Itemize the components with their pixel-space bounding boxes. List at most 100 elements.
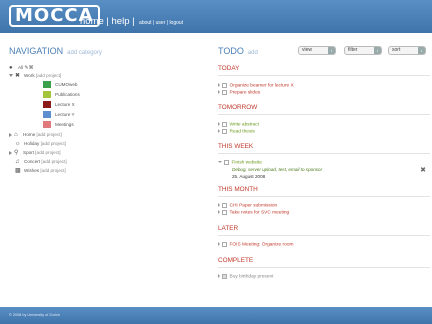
task-checkbox[interactable] [224,160,229,165]
add-project-link[interactable]: [add project] [41,159,66,164]
project-color-swatch [43,121,51,129]
section-divider [218,75,430,76]
view-select[interactable]: view ↕ [298,46,336,55]
tree-item-label: CUMOweb [55,82,78,87]
task-item[interactable]: Organize beamer for lecture X [218,83,294,89]
tree-item-holiday[interactable]: ☼ Holiday [add project] [15,140,66,148]
section-complete: COMPLETE [218,257,254,264]
sort-select[interactable]: sort ↕ [388,46,426,55]
tree-item-home[interactable]: ⌂ Home [add project] [9,131,62,139]
task-item[interactable]: Prepare slides [218,90,260,96]
chevron-updown-icon[interactable]: ↕ [328,47,335,54]
tree-item-label: Home [23,132,36,137]
expand-arrow-icon[interactable] [218,242,220,247]
task-item[interactable]: FOIS Meeting: Organize room [218,242,293,248]
tree-item-label: Holiday [24,141,40,146]
tree-item-all[interactable]: ● All ✎⌘ [9,64,34,72]
section-today: TODAY [218,65,240,72]
expand-arrow-icon[interactable] [218,274,220,279]
task-label: Organize beamer for lecture X [229,83,294,89]
navigation-panel: NAVIGATION add category ● All ✎⌘ ✖ Work [ad… [9,46,199,174]
navigation-title: NAVIGATION [9,46,64,56]
task-label: Buy birthday present [229,274,274,280]
add-project-link[interactable]: [add project] [41,141,66,146]
task-checkbox[interactable] [222,203,227,208]
expand-arrow-icon[interactable] [218,122,220,127]
tree-item-wishes[interactable]: ▩ Wishes [add project] [15,167,66,175]
add-todo-link[interactable]: add [248,50,258,56]
section-divider [218,267,430,268]
task-detail: Debug, server upload, test, email to spo… [232,167,323,172]
add-category-link[interactable]: add category [67,50,102,56]
task-item[interactable]: CHI Paper submission [218,203,277,209]
task-item[interactable]: Read thesis [218,129,255,135]
task-checkbox[interactable] [222,83,227,88]
tree-item-label: Concert [24,159,41,164]
expand-arrow-icon[interactable] [9,132,12,137]
section-divider [218,153,430,154]
tree-item-meetings[interactable]: Meetings [43,121,74,129]
gift-icon: ▩ [15,167,21,174]
expand-arrow-icon[interactable] [9,150,12,155]
tree-item-all-label: All [18,65,24,70]
task-label: Prepare slides [229,90,261,96]
task-item[interactable]: Take notes for SVC meeting [218,210,289,216]
task-checkbox[interactable] [222,129,227,134]
expand-arrow-icon[interactable] [9,74,13,78]
view-select-label: view [302,47,313,53]
section-this-week: THIS WEEK [218,143,254,150]
navigation-heading: NAVIGATION add category [9,46,199,56]
expand-arrow-icon[interactable] [218,210,220,215]
chevron-updown-icon[interactable]: ↕ [374,47,381,54]
footer-copyright: © 2008 by University of Zurich [9,313,60,317]
expand-arrow-icon[interactable] [218,90,220,95]
tree-item-label: Lecture Y [55,112,75,117]
top-nav-main-links[interactable]: home | help | [80,16,135,27]
tree-item-lecture-y[interactable]: Lecture Y [43,111,75,119]
expand-arrow-icon[interactable] [218,83,220,88]
expand-arrow-icon[interactable] [218,129,220,134]
sort-select-label: sort [392,47,401,53]
task-date: 25. August 2008 [232,174,266,179]
all-icon: ● [9,64,13,71]
tree-item-label: Meetings [55,122,74,127]
bicycle-icon: ⚲ [14,149,19,156]
add-project-link[interactable]: [add project] [35,150,60,155]
filter-select[interactable]: filter ↕ [344,46,382,55]
task-label: Write abstract [229,122,260,128]
task-item-expanded[interactable]: Finish website [218,160,262,166]
task-item[interactable]: Write abstract [218,122,259,128]
tree-item-work[interactable]: ✖ Work [add project] [9,72,61,80]
task-label: CHI Paper submission [229,203,278,209]
tree-item-cumoweb[interactable]: CUMOweb [43,81,77,89]
tree-item-publications[interactable]: Publications [43,91,80,99]
task-checkbox[interactable] [222,122,227,127]
sun-icon: ☼ [15,140,21,147]
task-checkbox-checked[interactable] [222,274,227,279]
house-icon: ⌂ [14,131,18,138]
task-checkbox[interactable] [222,242,227,247]
tree-item-concert[interactable]: ♫ Concert [add project] [15,158,67,166]
tree-item-sport[interactable]: ⚲ Sport [add project] [9,149,61,157]
task-label: Finish website [231,160,262,166]
task-label: FOIS Meeting: Organize room [229,242,294,248]
add-project-link[interactable]: [add project] [36,73,61,78]
section-this-month: THIS MONTH [218,186,258,193]
tools-icon: ✖ [15,72,21,79]
collapse-arrow-icon[interactable] [218,161,222,164]
top-navigation: home | help | about | user | logout [80,11,183,29]
header-bar: MOCCA home | help | about | user | logou… [0,0,432,33]
edit-tools-icon[interactable]: ✖ [420,166,426,174]
filter-select-label: filter [348,47,358,53]
expand-arrow-icon[interactable] [218,203,220,208]
task-item-completed[interactable]: Buy birthday present [218,274,274,280]
project-color-swatch [43,81,51,89]
todo-panel: TODO add view ↕ filter ↕ sort ↕ TODAY Organi… [218,46,430,280]
task-checkbox[interactable] [222,90,227,95]
task-checkbox[interactable] [222,210,227,215]
chevron-updown-icon[interactable]: ↕ [418,47,425,54]
add-project-link[interactable]: [add project] [40,168,65,173]
tree-item-lecture-x[interactable]: Lecture X [43,101,75,109]
add-project-link[interactable]: [add project] [37,132,62,137]
top-nav-small-links[interactable]: about | user | logout [139,20,183,26]
